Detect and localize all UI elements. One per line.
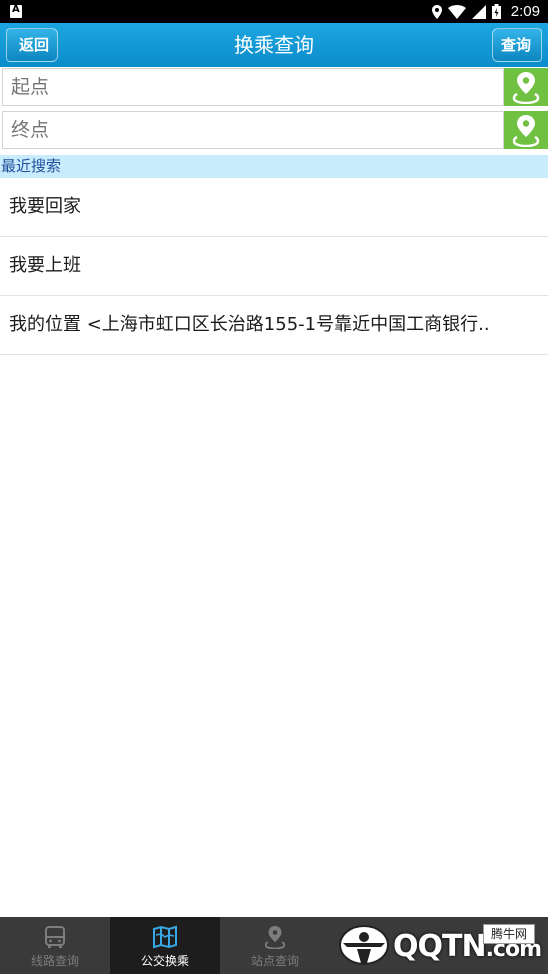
back-button-label: 返回 bbox=[19, 36, 50, 54]
map-icon bbox=[153, 925, 177, 949]
title-bar: 换乘查询 返回 查询 bbox=[0, 23, 548, 67]
back-button[interactable]: 返回 bbox=[6, 28, 59, 62]
recent-item-my-location[interactable]: 我的位置 <上海市虹口区长治路155-1号靠近中国工商银行.. bbox=[0, 296, 548, 355]
location-pin-icon bbox=[264, 926, 286, 949]
recent-item-go-home[interactable]: 我要回家 bbox=[0, 178, 548, 237]
end-input-row bbox=[0, 111, 548, 151]
tab-station-query[interactable]: 站点查询 bbox=[220, 917, 330, 974]
watermark: QQTN.com 腾牛网 bbox=[337, 917, 548, 974]
status-icons: 2:09 bbox=[431, 0, 540, 23]
recent-search-list: 我要回家 我要上班 我的位置 <上海市虹口区长治路155-1号靠近中国工商银行.… bbox=[0, 178, 548, 355]
watermark-badge: 腾牛网 bbox=[483, 924, 535, 944]
tab-transfer-label: 公交换乘 bbox=[140, 954, 189, 968]
status-time: 2:09 bbox=[510, 3, 540, 20]
battery-icon bbox=[491, 4, 501, 19]
tab-line-query-label: 线路查询 bbox=[30, 954, 79, 968]
bus-icon bbox=[45, 926, 65, 948]
recent-search-header: 最近搜索 bbox=[0, 155, 548, 178]
end-locate-button[interactable] bbox=[504, 111, 548, 149]
page-title: 换乘查询 bbox=[234, 33, 314, 57]
tab-station-query-label: 站点查询 bbox=[250, 954, 299, 968]
watermark-brand: QQTN bbox=[393, 929, 487, 964]
signal-icon bbox=[471, 4, 486, 19]
notification-a-icon bbox=[10, 4, 22, 18]
query-button[interactable]: 查询 bbox=[491, 28, 542, 62]
watermark-logo-icon bbox=[339, 925, 389, 965]
location-icon bbox=[431, 4, 442, 19]
end-input[interactable] bbox=[2, 111, 504, 149]
start-input-row bbox=[0, 68, 548, 108]
location-pin-icon bbox=[512, 72, 540, 104]
tab-line-query[interactable]: 线路查询 bbox=[0, 917, 110, 974]
status-bar: 2:09 bbox=[0, 0, 548, 23]
recent-item-go-work[interactable]: 我要上班 bbox=[0, 237, 548, 296]
location-pin-icon bbox=[512, 115, 540, 147]
wifi-icon bbox=[447, 4, 466, 19]
query-button-label: 查询 bbox=[500, 36, 531, 54]
start-input[interactable] bbox=[2, 68, 504, 106]
start-locate-button[interactable] bbox=[504, 68, 548, 106]
tab-transfer[interactable]: 公交换乘 bbox=[110, 917, 220, 974]
